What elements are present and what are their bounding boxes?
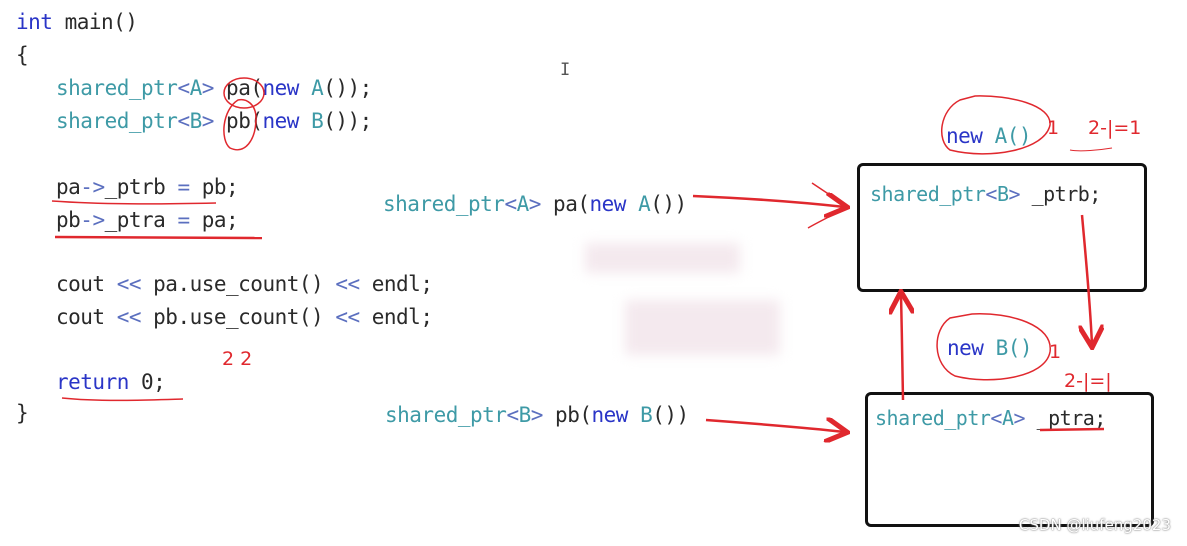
circle-pa <box>223 77 265 109</box>
scribble-a <box>1069 147 1113 152</box>
arrow-ptra-to-a <box>901 294 903 401</box>
underline-ptra <box>1039 427 1105 432</box>
arrow-pb-to-box-b <box>705 420 845 432</box>
underline-pb-ptra <box>54 235 263 240</box>
underline-pa-ptrb <box>51 200 217 205</box>
circle-new-a <box>941 95 1051 155</box>
arrow-pa-to-box-a <box>692 196 845 207</box>
watermark: CSDN @liufeng2023 <box>1018 516 1171 534</box>
arrow-ptrb-to-b <box>1082 214 1092 345</box>
circle-new-b <box>936 313 1051 381</box>
annotation-strokes <box>51 77 1113 546</box>
underline-return <box>61 397 184 402</box>
